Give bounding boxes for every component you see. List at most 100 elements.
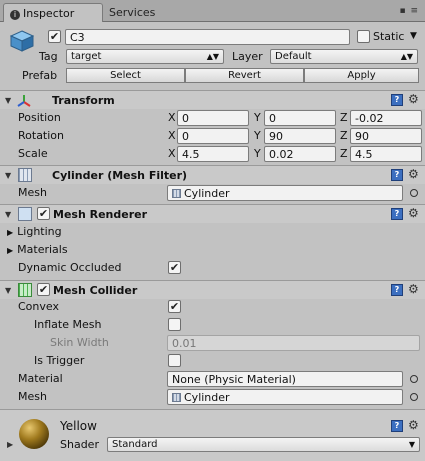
- position-z-axis[interactable]: Z: [340, 111, 348, 124]
- dropdown-arrow-icon: ▼: [408, 440, 415, 449]
- materials-foldout[interactable]: ▶ Materials: [7, 243, 68, 256]
- collider-mesh-value: Cylinder: [184, 391, 230, 404]
- layer-dropdown-value: Default: [275, 51, 312, 62]
- object-name-field[interactable]: C3: [65, 29, 350, 45]
- mesh-renderer-enabled-checkbox[interactable]: ✔: [37, 207, 50, 220]
- object-picker-icon[interactable]: [410, 375, 418, 383]
- menu-icon[interactable]: ≡: [410, 6, 419, 16]
- inflate-mesh-label: Inflate Mesh: [34, 318, 102, 331]
- convex-checkbox[interactable]: ✔: [168, 300, 181, 313]
- physic-material-field[interactable]: None (Physic Material): [167, 371, 403, 387]
- rotation-label: Rotation: [18, 129, 65, 142]
- foldout-closed-icon: ▶: [7, 228, 14, 237]
- gear-icon[interactable]: ⚙: [408, 418, 419, 432]
- tab-inspector[interactable]: i Inspector: [3, 3, 103, 22]
- foldout-open-icon[interactable]: ▼: [5, 286, 11, 295]
- help-icon[interactable]: ?: [391, 94, 403, 106]
- scale-y-axis[interactable]: Y: [254, 147, 261, 160]
- scale-label: Scale: [18, 147, 48, 160]
- prefab-revert-button[interactable]: Revert: [185, 68, 304, 83]
- position-x-axis[interactable]: X: [168, 111, 176, 124]
- tab-services[interactable]: Services: [103, 3, 173, 22]
- rotation-z-field[interactable]: 90: [350, 128, 422, 144]
- mesh-renderer-header[interactable]: ▼ ✔ Mesh Renderer ? ⚙: [0, 204, 425, 223]
- transform-title: Transform: [52, 94, 115, 107]
- info-icon: i: [10, 10, 20, 20]
- help-icon[interactable]: ?: [391, 169, 403, 181]
- mesh-collider-icon: [18, 283, 32, 297]
- rotation-x-axis[interactable]: X: [168, 129, 176, 142]
- rotation-y-axis[interactable]: Y: [254, 129, 261, 142]
- mesh-collider-title: Mesh Collider: [53, 284, 138, 297]
- gear-icon[interactable]: ⚙: [408, 92, 419, 106]
- mesh-filter-title: Cylinder (Mesh Filter): [52, 169, 188, 182]
- mesh-collider-header[interactable]: ▼ ✔ Mesh Collider ? ⚙: [0, 280, 425, 299]
- dynamic-occluded-label: Dynamic Occluded: [18, 261, 122, 274]
- prefab-apply-button[interactable]: Apply: [304, 68, 419, 83]
- help-icon[interactable]: ?: [391, 208, 403, 220]
- static-label: Static: [373, 30, 405, 43]
- collider-mesh-field[interactable]: Cylinder: [167, 389, 403, 405]
- scale-z-field[interactable]: 4.5: [350, 146, 422, 162]
- position-y-field[interactable]: 0: [264, 110, 336, 126]
- rotation-z-axis[interactable]: Z: [340, 129, 348, 142]
- layer-dropdown[interactable]: Default ▲▼: [270, 49, 418, 64]
- scale-x-axis[interactable]: X: [168, 147, 176, 160]
- tag-dropdown[interactable]: target ▲▼: [66, 49, 224, 64]
- mesh-collider-enabled-checkbox[interactable]: ✔: [37, 283, 50, 296]
- object-picker-icon[interactable]: [410, 393, 418, 401]
- transform-header[interactable]: ▼ Transform ? ⚙: [0, 90, 425, 109]
- mesh-filter-mesh-label: Mesh: [18, 186, 47, 199]
- window-controls[interactable]: ▪ ≡: [399, 6, 419, 16]
- mesh-filter-mesh-value: Cylinder: [184, 187, 230, 200]
- mesh-filter-header[interactable]: ▼ Cylinder (Mesh Filter) ? ⚙: [0, 165, 425, 184]
- material-label: Material: [18, 372, 63, 385]
- dynamic-occluded-checkbox[interactable]: ✔: [168, 261, 181, 274]
- materials-label: Materials: [17, 243, 68, 256]
- help-icon[interactable]: ?: [391, 420, 403, 432]
- foldout-open-icon[interactable]: ▼: [5, 171, 11, 180]
- lock-icon[interactable]: ▪: [399, 6, 406, 16]
- layer-label: Layer: [232, 50, 263, 63]
- foldout-closed-icon[interactable]: ▶: [7, 440, 13, 449]
- lighting-foldout[interactable]: ▶ Lighting: [7, 225, 62, 238]
- material-panel: [0, 410, 425, 461]
- skin-width-field: 0.01: [167, 335, 420, 351]
- active-checkbox[interactable]: ✔: [48, 30, 61, 43]
- object-picker-icon[interactable]: [410, 189, 418, 197]
- help-icon[interactable]: ?: [391, 284, 403, 296]
- prefab-select-button[interactable]: Select: [66, 68, 185, 83]
- gear-icon[interactable]: ⚙: [408, 167, 419, 181]
- mesh-filter-mesh-field[interactable]: Cylinder: [167, 185, 403, 201]
- tag-label: Tag: [39, 50, 58, 63]
- gear-icon[interactable]: ⚙: [408, 206, 419, 220]
- prefab-label: Prefab: [22, 69, 58, 82]
- scale-z-axis[interactable]: Z: [340, 147, 348, 160]
- foldout-open-icon[interactable]: ▼: [5, 210, 11, 219]
- rotation-y-field[interactable]: 90: [264, 128, 336, 144]
- static-checkbox[interactable]: [357, 30, 370, 43]
- position-label: Position: [18, 111, 61, 124]
- inflate-mesh-checkbox[interactable]: [168, 318, 181, 331]
- scale-x-field[interactable]: 4.5: [177, 146, 249, 162]
- tab-inspector-label: Inspector: [23, 7, 75, 20]
- skin-width-label: Skin Width: [50, 336, 109, 349]
- gear-icon[interactable]: ⚙: [408, 282, 419, 296]
- foldout-open-icon[interactable]: ▼: [5, 96, 11, 105]
- shader-label: Shader: [60, 438, 99, 451]
- dropdown-arrow-icon: ▲▼: [206, 52, 219, 61]
- collider-mesh-label: Mesh: [18, 390, 47, 403]
- position-x-field[interactable]: 0: [177, 110, 249, 126]
- shader-dropdown[interactable]: Standard ▼: [107, 437, 420, 452]
- is-trigger-label: Is Trigger: [34, 354, 85, 367]
- material-name: Yellow: [60, 419, 97, 433]
- lighting-label: Lighting: [17, 225, 62, 238]
- is-trigger-checkbox[interactable]: [168, 354, 181, 367]
- static-dropdown-arrow[interactable]: ▼: [410, 31, 417, 41]
- dropdown-arrow-icon: ▲▼: [400, 52, 413, 61]
- position-y-axis[interactable]: Y: [254, 111, 261, 124]
- rotation-x-field[interactable]: 0: [177, 128, 249, 144]
- scale-y-field[interactable]: 0.02: [264, 146, 336, 162]
- foldout-closed-icon: ▶: [7, 246, 14, 255]
- position-z-field[interactable]: -0.02: [350, 110, 422, 126]
